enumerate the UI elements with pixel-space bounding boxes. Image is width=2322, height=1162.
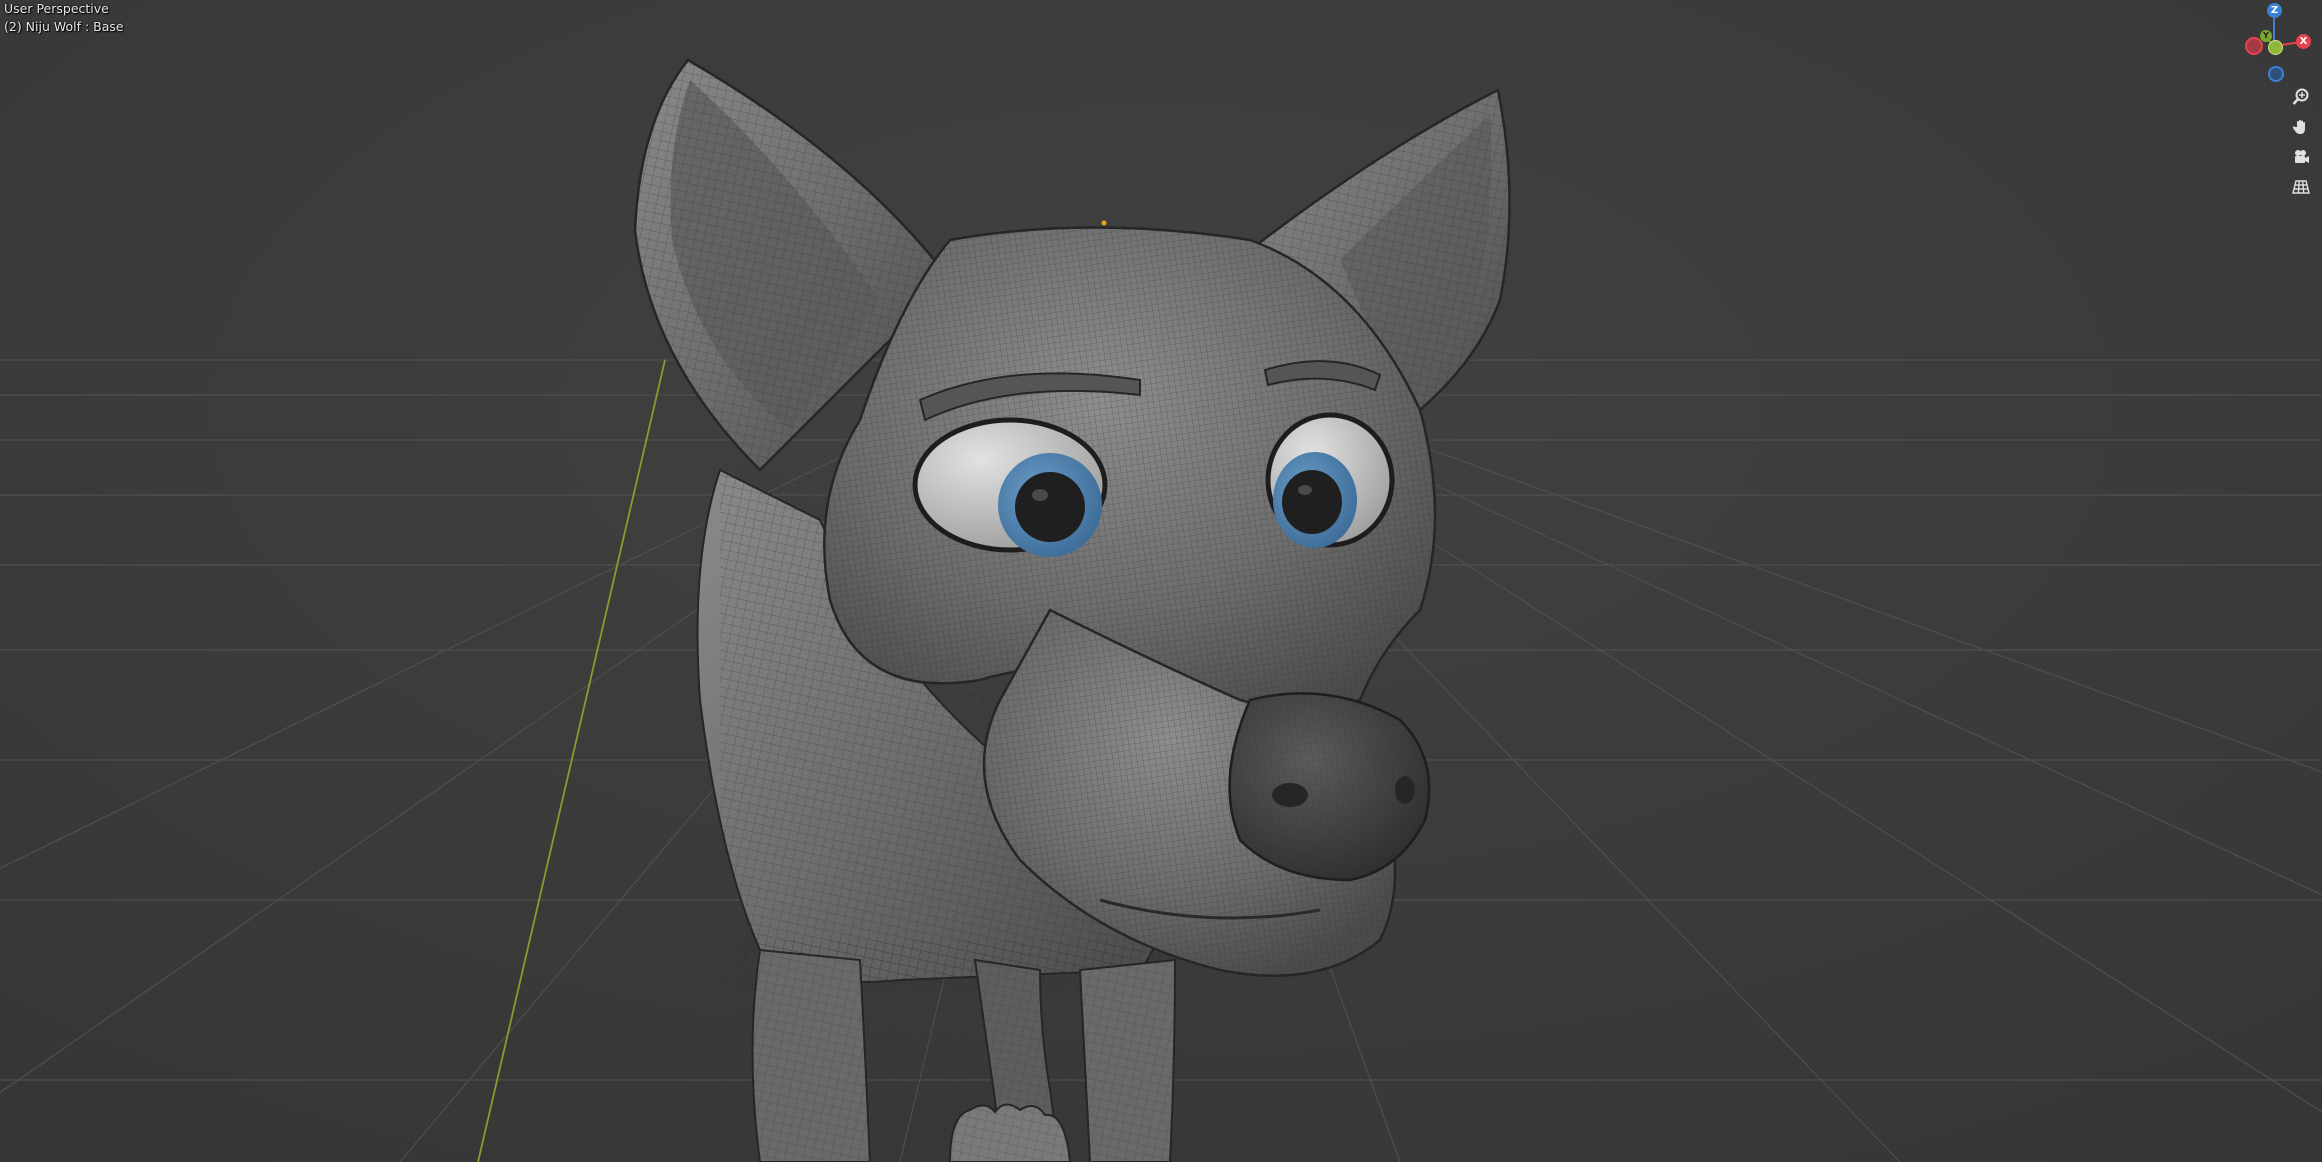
gizmo-negative-x-ball[interactable]: [2245, 37, 2263, 55]
hand-pan-icon: [2292, 120, 2305, 134]
zoom-button[interactable]: [2288, 84, 2314, 110]
gizmo-negative-z-ball[interactable]: [2268, 66, 2284, 82]
gizmo-y-axis-ball[interactable]: Y: [2260, 30, 2272, 42]
grid-perspective-icon: [2292, 180, 2310, 194]
object-origin: [1101, 220, 1107, 226]
gizmo-z-axis-ball[interactable]: Z: [2267, 3, 2282, 18]
gizmo-center[interactable]: [2268, 40, 2283, 55]
3d-viewport[interactable]: [0, 0, 2322, 1162]
camera-view-button[interactable]: [2288, 144, 2314, 170]
camera-icon: [2295, 150, 2309, 163]
wolf-eye-right: [1265, 412, 1395, 548]
perspective-toggle-button[interactable]: [2288, 174, 2314, 200]
gizmo-x-axis-ball[interactable]: X: [2296, 34, 2311, 49]
navigation-gizmo[interactable]: Z Y X: [2212, 0, 2322, 82]
view-name-label: User Perspective: [4, 1, 109, 16]
object-info-label: (2) Niju Wolf : Base: [4, 19, 124, 34]
zoom-icon: [2292, 88, 2309, 105]
pan-button[interactable]: [2288, 114, 2314, 140]
